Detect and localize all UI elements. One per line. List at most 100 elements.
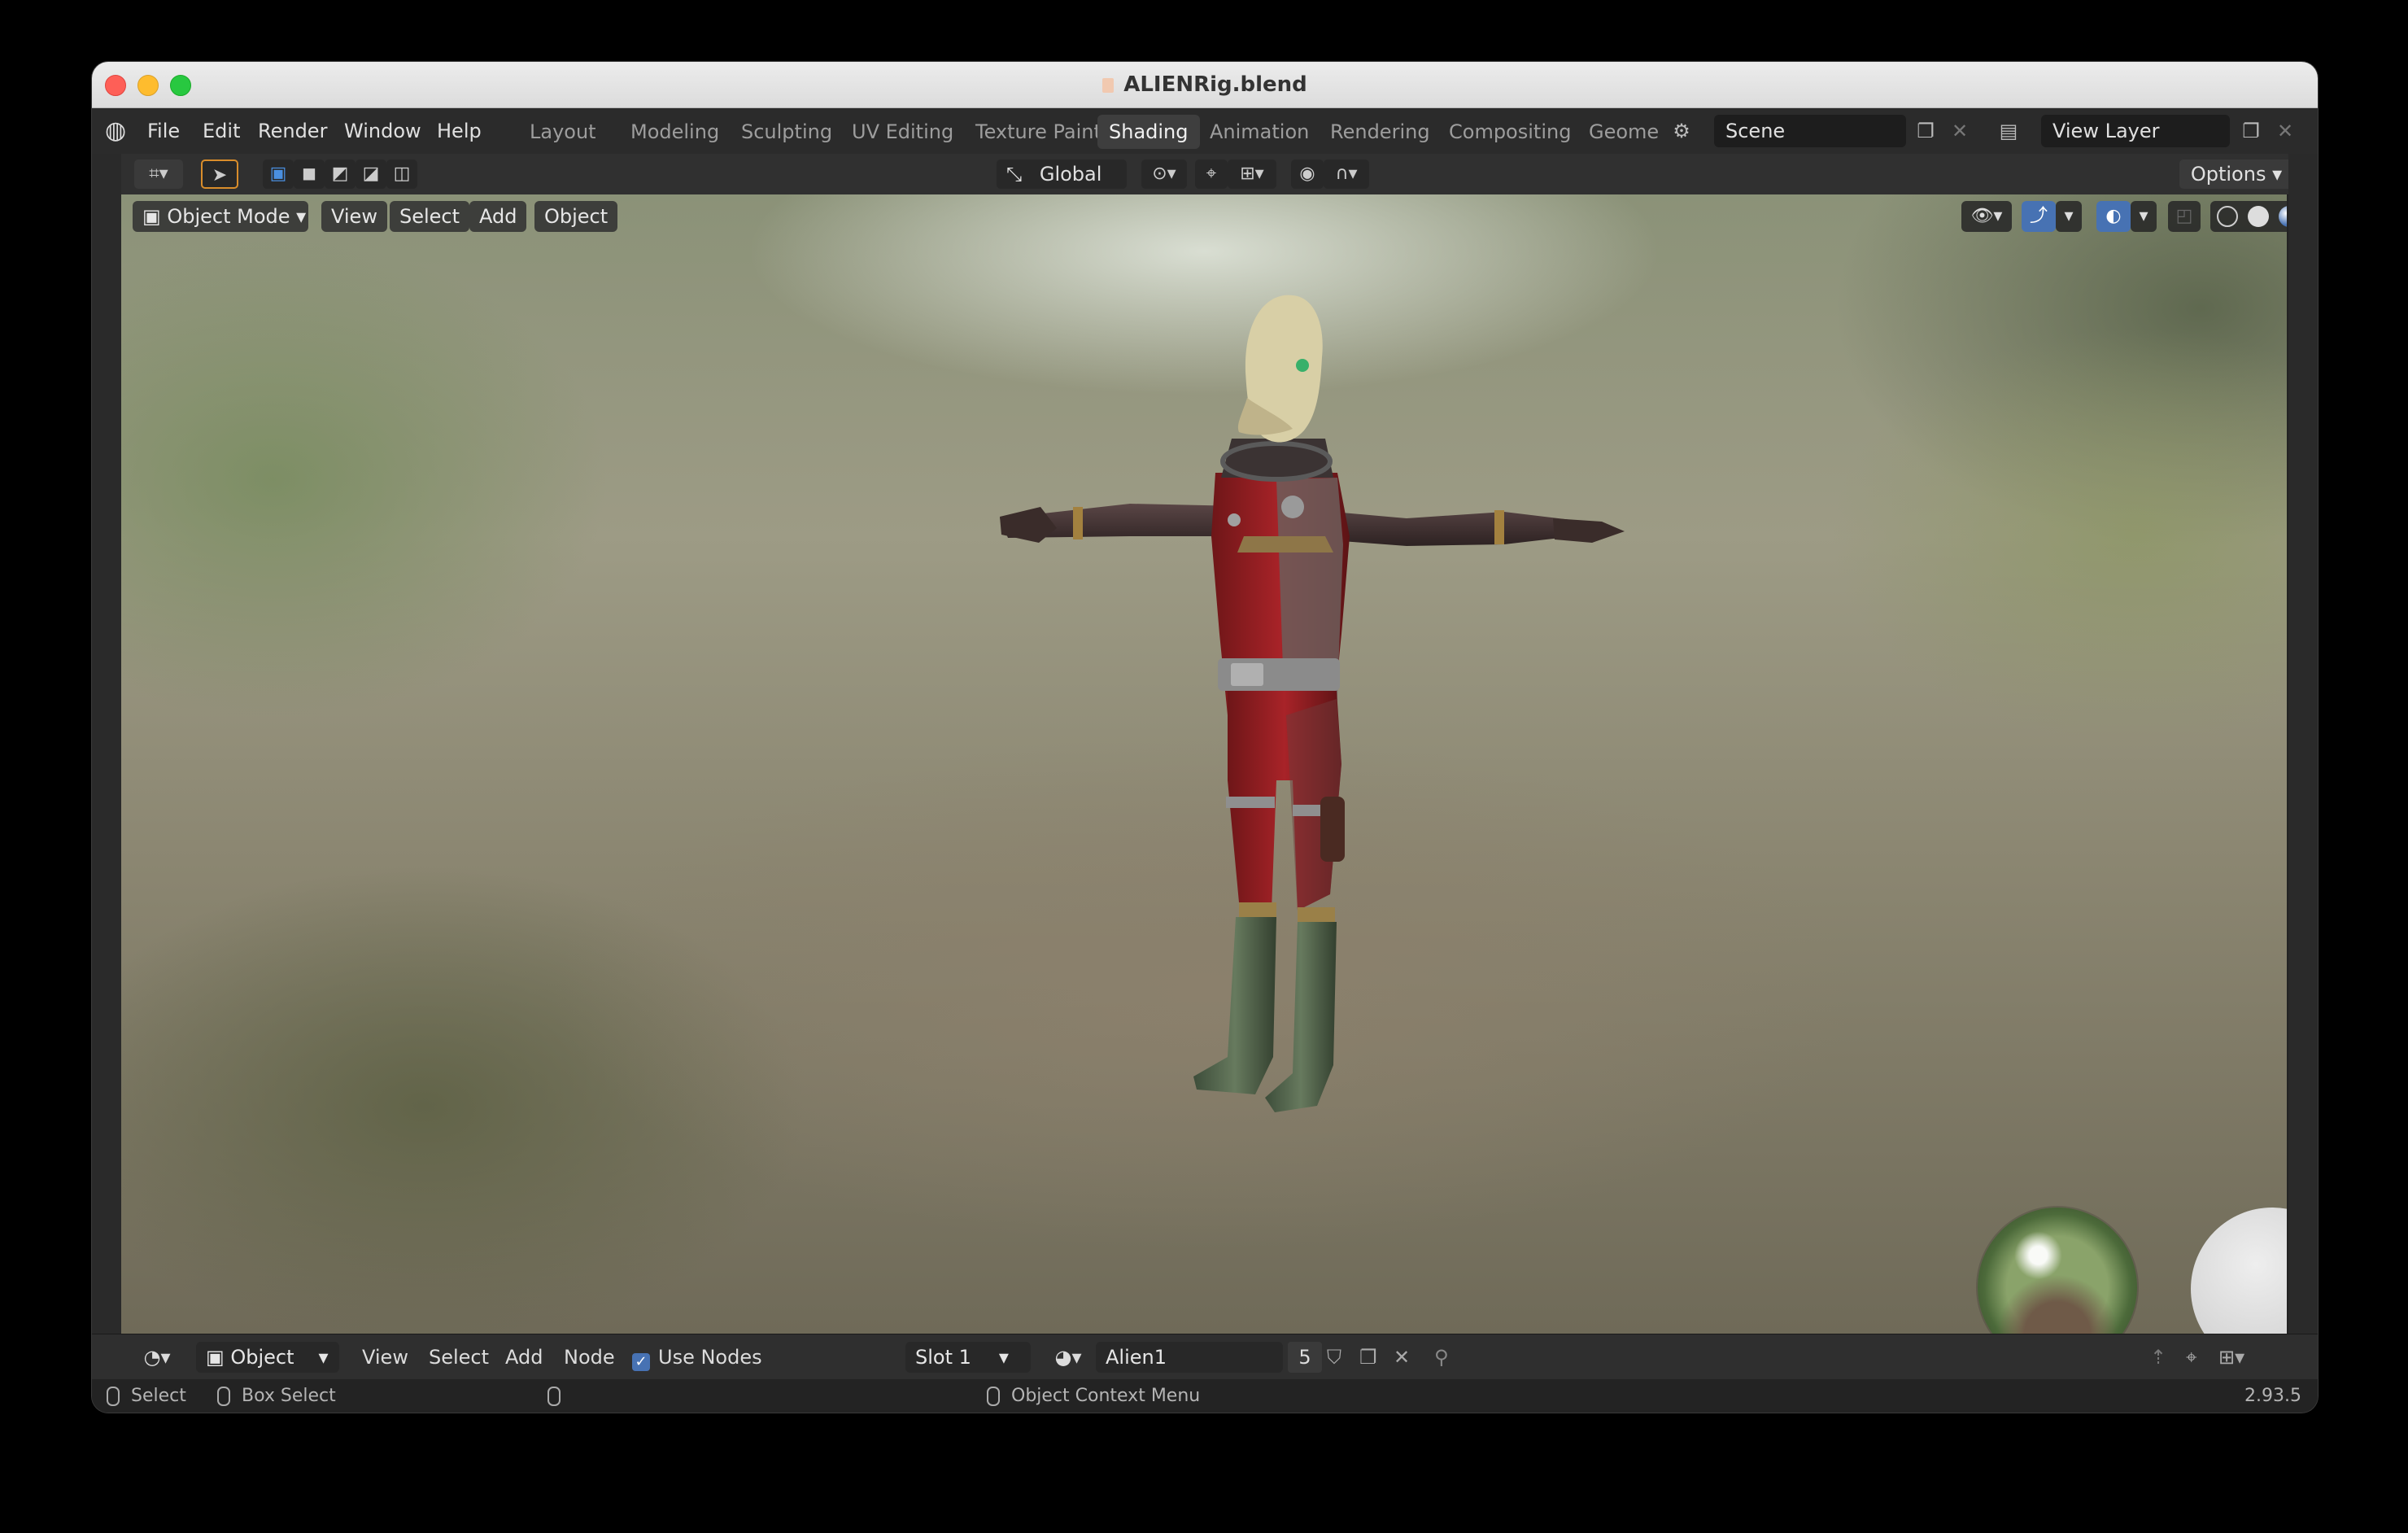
select-extend-icon[interactable]: ◼	[294, 159, 325, 189]
material-name-field[interactable]: Alien1	[1096, 1342, 1283, 1373]
shader-snap-icon[interactable]: ⌖	[2186, 1334, 2197, 1380]
select-new-icon[interactable]: ▣	[263, 159, 294, 189]
remove-scene-icon[interactable]: ✕	[1947, 118, 1973, 144]
status-middle-mouse-hint	[547, 1379, 572, 1413]
blender-window: ALIENRig.blend ◍ File Edit Render Window…	[92, 62, 2318, 1413]
xray-toggle-icon[interactable]: ◰	[2168, 201, 2201, 232]
snap-target-icon[interactable]: ⊞▾	[1228, 159, 1276, 189]
duplicate-material-icon[interactable]: ❐	[1359, 1334, 1377, 1380]
scene-field[interactable]: Scene	[1714, 115, 1906, 147]
wireframe-shading-icon[interactable]	[2217, 206, 2238, 227]
shader-type-label: Object	[230, 1346, 294, 1369]
tab-texture-paint[interactable]: Texture Paint	[964, 115, 1113, 149]
mouse-drag-icon	[217, 1387, 230, 1406]
falloff-icon[interactable]: ∩▾	[1324, 159, 1369, 189]
solid-shading-icon[interactable]	[2248, 206, 2269, 227]
object-mode-dropdown[interactable]: ▣ Object Mode ▾	[133, 201, 308, 232]
editor-type-icon[interactable]: ⌗▾	[134, 159, 183, 189]
status-context-menu-hint: Object Context Menu	[987, 1379, 1200, 1413]
transform-orientation-icon: ⤡	[1006, 163, 1023, 186]
select-difference-icon[interactable]: ◪	[356, 159, 386, 189]
chevron-down-icon: ▾	[998, 1346, 1009, 1369]
object-mode-label: Object Mode	[167, 205, 290, 228]
window-title-text: ALIENRig.blend	[1123, 72, 1307, 97]
alien-character-model[interactable]	[121, 194, 2287, 1334]
parent-node-tree-icon[interactable]: ⇡	[2150, 1334, 2166, 1380]
fake-user-shield-icon[interactable]: ⛉	[1327, 1334, 1341, 1380]
select-intersect-icon[interactable]: ◫	[386, 159, 417, 189]
transform-orientation-value: Global	[1039, 163, 1102, 186]
select-tool-icon[interactable]: ➤	[201, 159, 238, 189]
unlink-material-icon[interactable]: ✕	[1394, 1334, 1410, 1380]
menu-window[interactable]: Window	[344, 108, 421, 154]
left-region-strip[interactable]	[92, 154, 121, 1334]
use-nodes-toggle[interactable]: ✓ Use Nodes	[632, 1334, 762, 1380]
status-box-select-label: Box Select	[242, 1386, 336, 1406]
shader-menu-select[interactable]: Select	[429, 1334, 489, 1380]
blender-logo-icon[interactable]: ◍	[105, 118, 131, 144]
material-slot-dropdown[interactable]: Slot 1 ▾	[905, 1342, 1031, 1373]
gizmo-dropdown-icon[interactable]: ▾	[2056, 201, 2082, 232]
material-slot-label: Slot 1	[915, 1346, 971, 1369]
menu-help[interactable]: Help	[437, 108, 482, 154]
chevron-down-icon: ▾	[318, 1346, 329, 1369]
viewport-menu-select[interactable]: Select	[390, 201, 470, 232]
status-box-select-hint: Box Select	[217, 1379, 336, 1413]
overlay-toggle-icon[interactable]: ◐	[2096, 201, 2131, 232]
use-nodes-label: Use Nodes	[658, 1346, 762, 1369]
3d-viewport[interactable]: ▣ Object Mode ▾ View Select Add Object 👁…	[121, 194, 2287, 1334]
view-layer-selector-icon[interactable]: ▤	[1996, 118, 2022, 144]
shader-snap-target-icon[interactable]: ⊞▾	[2218, 1334, 2244, 1380]
shader-menu-add[interactable]: Add	[505, 1334, 543, 1380]
status-context-menu-label: Object Context Menu	[1011, 1386, 1201, 1406]
chevron-down-icon: ▾	[290, 205, 307, 228]
tab-layout[interactable]: Layout	[518, 115, 608, 149]
viewport-menu-object[interactable]: Object	[534, 201, 618, 232]
status-bar: Select Box Select Object Context Menu 2.…	[92, 1379, 2318, 1413]
scene-selector-icon[interactable]: ⚙	[1669, 118, 1695, 144]
shader-menu-node[interactable]: Node	[564, 1334, 615, 1380]
mouse-left-icon	[107, 1387, 120, 1406]
menu-edit[interactable]: Edit	[203, 108, 240, 154]
tab-geometry-nodes[interactable]: Geomet	[1577, 115, 1659, 149]
options-dropdown[interactable]: Options ▾	[2179, 159, 2293, 189]
tab-rendering[interactable]: Rendering	[1319, 115, 1442, 149]
overlay-dropdown-icon[interactable]: ▾	[2131, 201, 2157, 232]
menu-file[interactable]: File	[147, 108, 180, 154]
gizmo-toggle-icon[interactable]: ⤴	[2022, 201, 2056, 232]
transform-orientation-dropdown[interactable]: ⤡ Global ▾	[997, 159, 1127, 215]
snap-icon[interactable]: ⌖	[1195, 159, 1228, 189]
tab-shading[interactable]: Shading	[1097, 115, 1200, 149]
tab-sculpting[interactable]: Sculpting	[730, 115, 844, 149]
tab-compositing[interactable]: Compositing	[1437, 115, 1582, 149]
tab-uv-editing[interactable]: UV Editing	[840, 115, 965, 149]
blender-version: 2.93.5	[2244, 1386, 2301, 1406]
select-subtract-icon[interactable]: ◩	[325, 159, 356, 189]
proportional-editing-icon[interactable]: ◉	[1291, 159, 1324, 189]
visibility-icon[interactable]: 👁▾	[1961, 201, 2012, 232]
view-layer-field[interactable]: View Layer	[2041, 115, 2230, 147]
tab-animation[interactable]: Animation	[1198, 115, 1320, 149]
viewport-menu-add[interactable]: Add	[469, 201, 527, 232]
menu-render[interactable]: Render	[258, 108, 327, 154]
tool-settings-bar: ⌗▾ ➤ ▣ ◼ ◩ ◪ ◫ ⤡ Global ▾ ⊙▾ ⌖ ⊞▾ ◉ ∩▾ O…	[92, 154, 2318, 215]
material-browse-icon[interactable]: ◕▾	[1045, 1334, 1091, 1380]
right-region-strip[interactable]	[2288, 154, 2318, 1334]
shader-editor-type-icon[interactable]: ◔▾	[134, 1334, 180, 1380]
blend-file-icon	[1102, 78, 1115, 93]
object-mode-icon: ▣	[142, 205, 168, 228]
tab-modeling[interactable]: Modeling	[619, 115, 731, 149]
new-scene-icon[interactable]: ❐	[1913, 118, 1939, 144]
top-menu-bar: ◍ File Edit Render Window Help Layout Mo…	[92, 108, 2318, 154]
shader-menu-view[interactable]: View	[362, 1334, 408, 1380]
pivot-point-icon[interactable]: ⊙▾	[1141, 159, 1187, 189]
pin-icon[interactable]: ⚲	[1434, 1334, 1449, 1380]
viewport-menu-view[interactable]: View	[321, 201, 387, 232]
material-user-count[interactable]: 5	[1288, 1342, 1322, 1373]
remove-view-layer-icon[interactable]: ✕	[2272, 118, 2298, 144]
mouse-right-icon	[987, 1387, 1000, 1406]
mouse-middle-icon	[547, 1387, 561, 1406]
shader-type-dropdown[interactable]: ▣ Object ▾	[196, 1342, 339, 1373]
new-view-layer-icon[interactable]: ❐	[2238, 118, 2264, 144]
options-label: Options	[2190, 163, 2266, 186]
